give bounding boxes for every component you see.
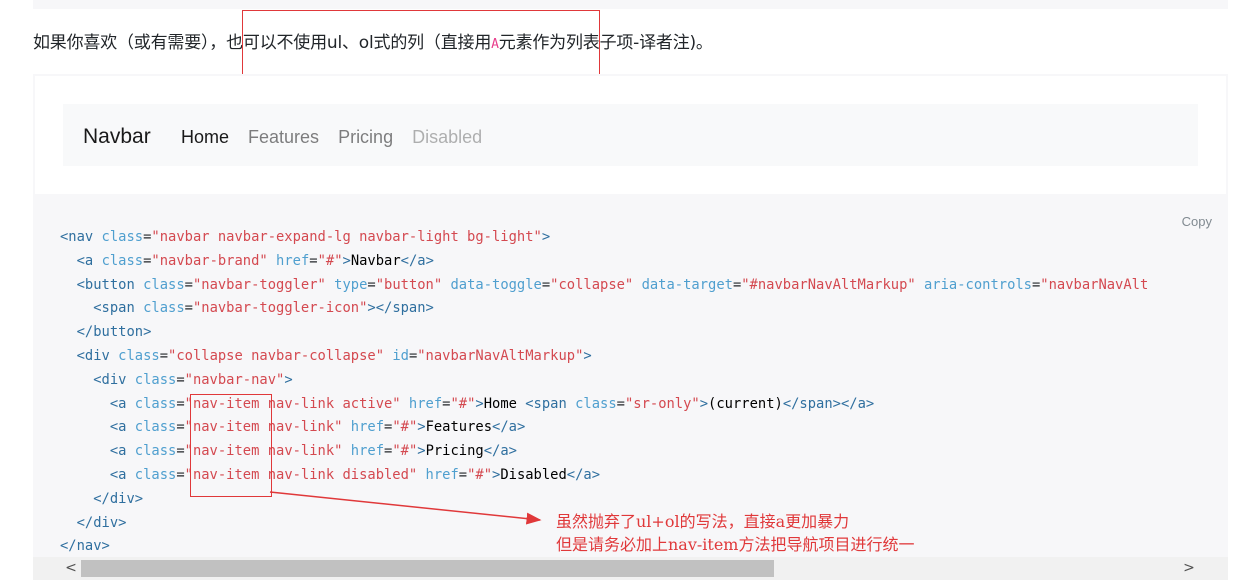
annotation-note: 虽然抛弃了ul+ol的写法，直接a更加暴力 但是请务必加上nav-item方法把…	[556, 510, 914, 556]
scrollbar-thumb[interactable]	[81, 560, 774, 577]
scroll-right-arrow-icon[interactable]: >	[1181, 557, 1197, 580]
annotation-line-1: 虽然抛弃了ul+ol的写法，直接a更加暴力	[556, 512, 850, 531]
horizontal-scrollbar[interactable]: < >	[33, 557, 1228, 580]
annotation-line-2: 但是请务必加上nav-item方法把导航项目进行统一	[556, 535, 915, 554]
scroll-left-arrow-icon[interactable]: <	[63, 557, 79, 580]
annotation-arrow	[269, 491, 542, 525]
